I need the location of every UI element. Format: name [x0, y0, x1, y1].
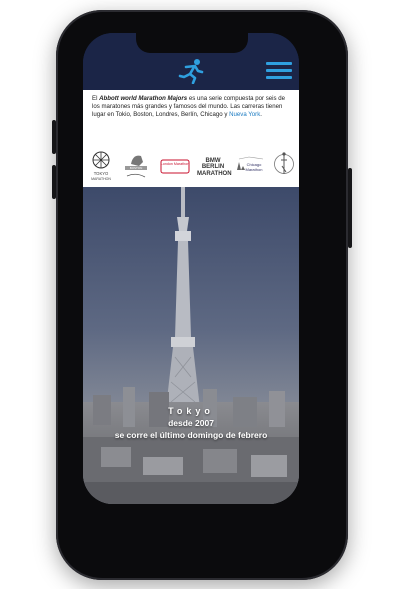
- hamburger-menu-icon[interactable]: [266, 62, 292, 80]
- tokyo-logo-sublabel: MARATHON: [91, 177, 111, 181]
- phone-notch: [136, 33, 248, 53]
- intro-section: El Abbott world Marathon Majors es una s…: [83, 90, 299, 187]
- intro-prefix: El: [92, 95, 98, 102]
- intro-end: .: [260, 111, 262, 119]
- chicago-marathon-logo[interactable]: Chicago Marathon: [235, 150, 267, 184]
- phone-screen: El Abbott world Marathon Majors es una s…: [83, 33, 299, 504]
- tokyo-marathon-logo[interactable]: TOKYO MARATHON: [89, 150, 113, 184]
- hero-when: se corre el último domingo de febrero: [114, 430, 268, 440]
- tokyo-skytree-photo: [83, 187, 299, 504]
- london-badge-icon: [160, 159, 190, 174]
- intro-link-nueva-york[interactable]: Nueva York: [229, 111, 260, 118]
- berlin-logo-label: BMW BERLIN MARATHON: [197, 158, 232, 177]
- berlin-marathon-logo[interactable]: BMW BERLIN MARATHON: [197, 150, 232, 184]
- hero-caption: Tokyo desde 2007 se corre el último domi…: [83, 405, 299, 441]
- chicago-logo-label: Chicago Marathon: [245, 162, 263, 172]
- boston-logo-label: BOSTON MARATHON: [127, 166, 145, 175]
- hero-since: desde 2007: [168, 418, 214, 428]
- tokyo-emblem-icon: [92, 151, 110, 169]
- london-marathon-logo[interactable]: London Marathon: [159, 150, 191, 184]
- london-logo-label: London Marathon: [160, 162, 190, 166]
- intro-text: El Abbott world Marathon Majors es una s…: [92, 95, 292, 120]
- marathon-logos: TOKYO MARATHON BOSTON MARATHON London Ma…: [87, 150, 297, 186]
- runner-icon[interactable]: [178, 58, 206, 84]
- hero-city: Tokyo: [168, 406, 214, 416]
- statue-of-liberty-icon: [274, 152, 294, 174]
- intro-brand: Abbott world Marathon Majors: [99, 95, 188, 102]
- power-side-button: [348, 168, 352, 248]
- nyc-marathon-logo[interactable]: [273, 150, 295, 184]
- boston-marathon-logo[interactable]: BOSTON MARATHON: [121, 150, 151, 184]
